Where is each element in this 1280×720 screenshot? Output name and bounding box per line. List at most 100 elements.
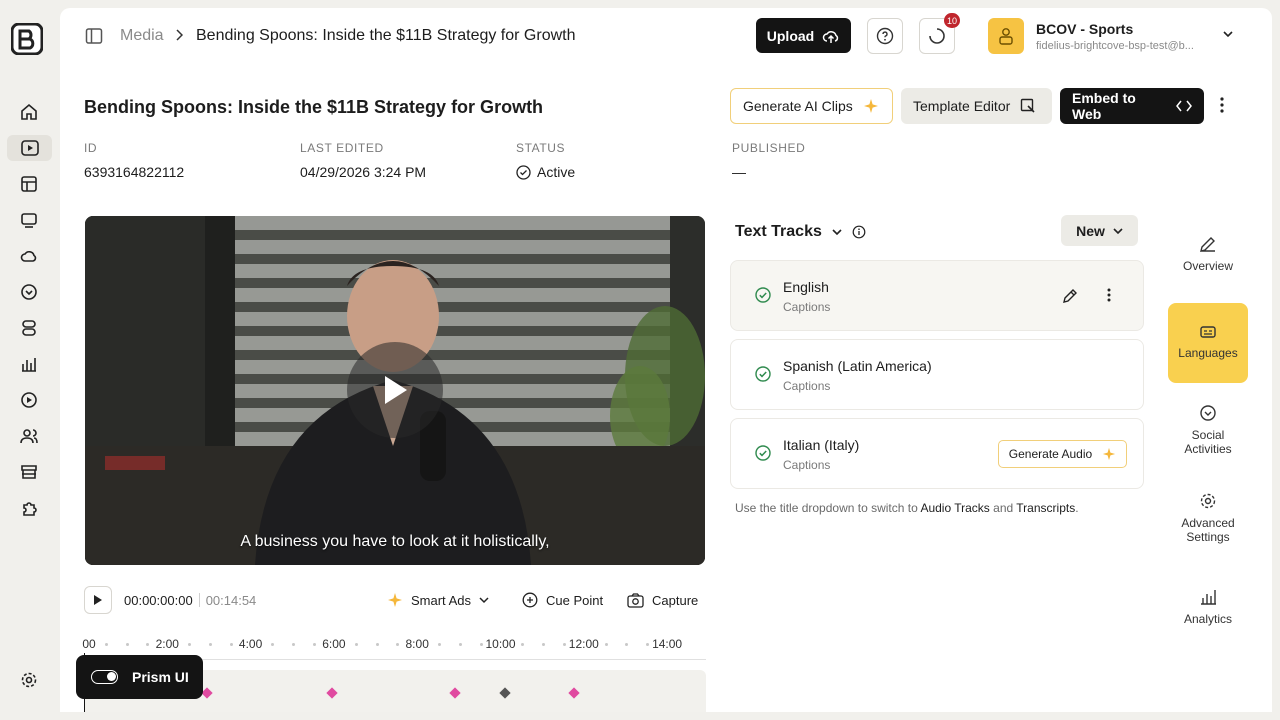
meta-edited-text: 04/29/2026 3:24 PM (300, 164, 427, 180)
timeline-tick-label: 10:00 (485, 637, 516, 651)
social-icon[interactable] (19, 282, 39, 302)
embed-to-web-button[interactable]: Embed to Web (1060, 88, 1204, 124)
meta-published-text: — (732, 164, 746, 180)
cue-point-button[interactable]: Cue Point (522, 586, 603, 614)
audience-icon[interactable] (19, 318, 39, 338)
edit-pencil-icon[interactable] (1062, 288, 1078, 304)
pencil-icon (1168, 235, 1248, 253)
hint-transcripts-link[interactable]: Transcripts (1016, 501, 1075, 515)
generate-audio-button[interactable]: Generate Audio (998, 440, 1127, 468)
breadcrumb-media[interactable]: Media (120, 27, 164, 45)
track-kind: Captions (783, 458, 831, 472)
check-circle-icon (516, 164, 531, 180)
capture-label: Capture (652, 592, 699, 608)
cloud-upload-icon (822, 28, 840, 44)
nav-social-activities[interactable]: Social Activities (1168, 404, 1248, 456)
track-card-english[interactable]: English Captions (730, 260, 1144, 331)
new-track-button[interactable]: New (1061, 215, 1138, 246)
account-name[interactable]: BCOV - Sports (1036, 21, 1133, 37)
generate-ai-clips-button[interactable]: Generate AI Clips (730, 88, 893, 124)
meta-id-value: 6393164822112 (84, 164, 184, 180)
plugins-icon[interactable] (19, 498, 39, 518)
live-icon[interactable] (19, 390, 39, 410)
timeline-tick-dot (479, 643, 483, 646)
timeline-tick-dot (125, 643, 129, 646)
home-icon[interactable] (19, 102, 39, 122)
timeline-tick-dot (438, 643, 442, 646)
top-bar: Media Bending Spoons: Inside the $11B St… (60, 8, 1272, 64)
video-caption: A business you have to look at it holist… (240, 533, 550, 550)
template-editor-button[interactable]: Template Editor (901, 88, 1052, 124)
timeline-tick-dot (146, 643, 150, 646)
video-player[interactable]: A business you have to look at it holist… (85, 216, 705, 565)
play-overlay-button[interactable] (347, 342, 443, 438)
social-icon (1168, 404, 1248, 422)
timeline-tick-dot (542, 643, 546, 646)
sparkle-icon (387, 592, 403, 608)
cue-point-label: Cue Point (546, 592, 604, 608)
nav-analytics[interactable]: Analytics (1168, 588, 1248, 626)
cue-marker[interactable] (567, 687, 580, 699)
account-email: fidelius-brightcove-bsp-test@b... (1036, 40, 1194, 52)
track-language: English (783, 279, 829, 295)
brightcove-logo[interactable] (11, 23, 43, 55)
timeline-tick-dot (354, 643, 358, 646)
hint-and: and (989, 501, 1017, 515)
check-circle-icon (755, 287, 771, 303)
nav-overview[interactable]: Overview (1168, 235, 1248, 273)
toggle-switch[interactable] (91, 670, 118, 684)
timeline-tick-dot (271, 643, 275, 646)
timeline-tick-dot (292, 643, 296, 646)
play-button[interactable] (84, 586, 112, 614)
cue-marker[interactable] (201, 687, 213, 699)
cue-marker[interactable] (325, 687, 338, 699)
timeline-tick-label: 6:00 (322, 637, 346, 651)
chevron-down-icon (1113, 227, 1123, 235)
settings-icon[interactable] (19, 670, 39, 690)
info-icon[interactable] (852, 225, 866, 239)
prism-ui-label: Prism UI (132, 669, 189, 685)
capture-button[interactable]: Capture (627, 586, 698, 614)
nav-advanced-settings[interactable]: Advanced Settings (1168, 492, 1248, 544)
hint-audio-link[interactable]: Audio Tracks (920, 501, 989, 515)
avatar[interactable] (988, 18, 1024, 54)
prism-ui-toggle[interactable]: Prism UI (76, 655, 203, 699)
media-icon[interactable] (7, 135, 52, 161)
upload-button[interactable]: Upload (756, 18, 851, 53)
nav-languages[interactable]: Languages (1168, 303, 1248, 383)
meta-edited-label: LAST EDITED (300, 141, 384, 155)
analytics-icon[interactable] (19, 354, 39, 374)
cloud-icon[interactable] (19, 246, 39, 266)
time-divider (198, 593, 200, 607)
help-button[interactable] (867, 18, 903, 54)
nav-overview-label: Overview (1182, 259, 1233, 273)
play-icon (381, 374, 409, 406)
smart-ads-button[interactable]: Smart Ads (387, 586, 489, 614)
library-icon[interactable] (19, 174, 39, 194)
timeline-tick-label: 00 (82, 637, 96, 651)
nav-languages-label: Languages (1178, 346, 1238, 360)
more-options-icon[interactable] (1220, 97, 1224, 113)
help-icon (876, 27, 894, 45)
timeline-tick-dot (396, 643, 400, 646)
cue-marker[interactable] (449, 687, 461, 699)
more-options-icon[interactable] (1107, 288, 1111, 302)
chevron-down-icon[interactable] (1223, 30, 1233, 38)
users-icon[interactable] (19, 426, 39, 446)
bar-chart-icon (1168, 588, 1248, 606)
players-icon[interactable] (19, 210, 39, 230)
timeline-tick-label: 14:00 (652, 637, 683, 651)
timeline-tick-label: 8:00 (405, 637, 429, 651)
text-tracks-dropdown[interactable]: Text Tracks (735, 223, 866, 241)
new-track-label: New (1076, 222, 1105, 239)
sidebar-toggle-icon[interactable] (85, 27, 103, 45)
timeline-tick-dot (458, 643, 462, 646)
track-card-spanish[interactable]: Spanish (Latin America) Captions (730, 339, 1144, 410)
store-icon[interactable] (19, 462, 39, 482)
embed-to-web-label: Embed to Web (1072, 90, 1136, 122)
timeline-tick-dot (625, 643, 629, 646)
track-card-italian[interactable]: Italian (Italy) Captions Generate Audio (730, 418, 1144, 489)
track-kind: Captions (783, 379, 831, 393)
cue-marker[interactable] (499, 687, 511, 699)
timeline-tick-dot (208, 643, 212, 646)
